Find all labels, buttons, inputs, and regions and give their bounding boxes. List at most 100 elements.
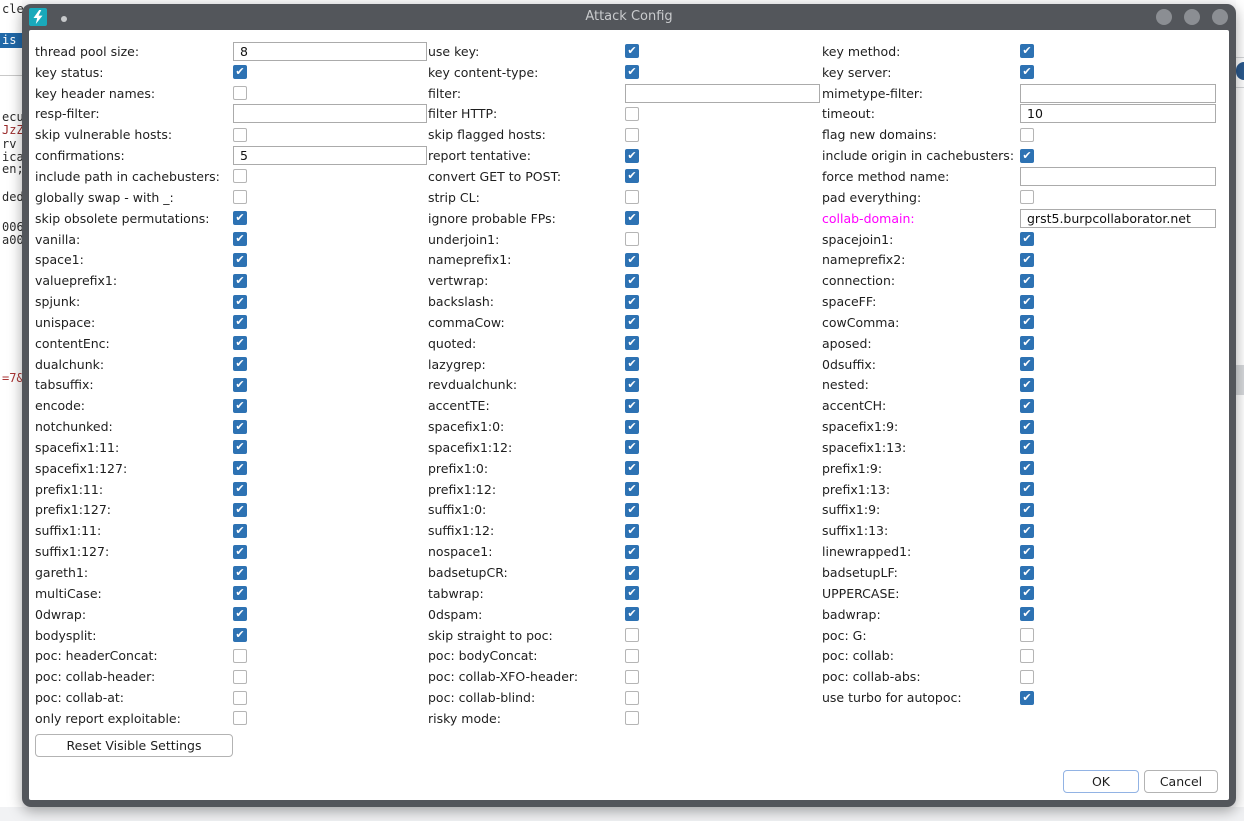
checkbox-spacefix1-127[interactable]: ✔ [233,461,247,475]
checkbox-dualchunk[interactable]: ✔ [233,357,247,371]
checkbox-spacejoin1[interactable]: ✔ [1020,232,1034,246]
checkbox-convert-get-to-post[interactable]: ✔ [625,169,639,183]
checkbox-spacefix1-11[interactable]: ✔ [233,440,247,454]
dialog-titlebar[interactable]: Attack Config [22,4,1236,30]
checkbox-commacow[interactable]: ✔ [625,315,639,329]
checkbox-unispace[interactable]: ✔ [233,315,247,329]
checkbox-globally-swap-with[interactable] [233,190,247,204]
window-control-icon[interactable] [1156,9,1172,25]
ok-button[interactable]: OK [1063,770,1139,793]
checkbox-badsetuplf[interactable]: ✔ [1020,566,1034,580]
checkbox-report-tentative[interactable]: ✔ [625,149,639,163]
checkbox-poc-collab-at[interactable] [233,691,247,705]
checkbox-nospace1[interactable]: ✔ [625,545,639,559]
checkbox-suffix1-0[interactable]: ✔ [625,503,639,517]
checkbox-lazygrep[interactable]: ✔ [625,357,639,371]
checkbox-prefix1-13[interactable]: ✔ [1020,482,1034,496]
checkbox-suffix1-12[interactable]: ✔ [625,524,639,538]
checkbox-only-report-exploitable[interactable] [233,711,247,725]
checkbox-underjoin1[interactable] [625,232,639,246]
checkbox-prefix1-11[interactable]: ✔ [233,482,247,496]
checkbox-suffix1-9[interactable]: ✔ [1020,503,1034,517]
checkbox-poc-collab-abs[interactable] [1020,670,1034,684]
checkbox-spacefix1-9[interactable]: ✔ [1020,420,1034,434]
checkbox-spacefix1-13[interactable]: ✔ [1020,440,1034,454]
window-control-icon[interactable] [1212,9,1228,25]
checkbox-skip-flagged-hosts[interactable] [625,128,639,142]
checkbox-bodysplit[interactable]: ✔ [233,628,247,642]
checkbox-tabsuffix[interactable]: ✔ [233,378,247,392]
checkbox-poc-collab-blind[interactable] [625,691,639,705]
checkbox-key-status[interactable]: ✔ [233,65,247,79]
checkbox-suffix1-13[interactable]: ✔ [1020,524,1034,538]
checkbox-poc-collab-xfo-header[interactable] [625,670,639,684]
checkbox-valueprefix1[interactable]: ✔ [233,274,247,288]
checkbox-include-path-in-cachebusters[interactable] [233,169,247,183]
checkbox-skip-straight-to-poc[interactable] [625,628,639,642]
checkbox-flag-new-domains[interactable] [1020,128,1034,142]
text-field-resp-filter[interactable] [233,104,427,123]
checkbox-poc-g[interactable] [1020,628,1034,642]
checkbox-poc-bodyconcat[interactable] [625,649,639,663]
text-field-thread-pool-size[interactable] [233,42,427,61]
checkbox-prefix1-127[interactable]: ✔ [233,503,247,517]
checkbox-prefix1-12[interactable]: ✔ [625,482,639,496]
checkbox-backslash[interactable]: ✔ [625,295,639,309]
checkbox-notchunked[interactable]: ✔ [233,420,247,434]
checkbox-poc-collab-header[interactable] [233,670,247,684]
checkbox-suffix1-127[interactable]: ✔ [233,545,247,559]
text-field-collab-domain[interactable] [1020,209,1216,228]
checkbox-nameprefix2[interactable]: ✔ [1020,253,1034,267]
checkbox-linewrapped1[interactable]: ✔ [1020,545,1034,559]
text-field-confirmations[interactable] [233,146,427,165]
checkbox-nameprefix1[interactable]: ✔ [625,253,639,267]
checkbox-poc-headerconcat[interactable] [233,649,247,663]
checkbox-0dwrap[interactable]: ✔ [233,607,247,621]
checkbox-revdualchunk[interactable]: ✔ [625,378,639,392]
checkbox-vanilla[interactable]: ✔ [233,232,247,246]
checkbox-encode[interactable]: ✔ [233,399,247,413]
checkbox-strip-cl[interactable] [625,190,639,204]
checkbox-cowcomma[interactable]: ✔ [1020,315,1034,329]
checkbox-risky-mode[interactable] [625,711,639,725]
text-field-mimetype-filter[interactable] [1020,84,1216,103]
cancel-button[interactable]: Cancel [1144,770,1218,793]
checkbox-space1[interactable]: ✔ [233,253,247,267]
checkbox-gareth1[interactable]: ✔ [233,566,247,580]
text-field-force-method-name[interactable] [1020,167,1216,186]
checkbox-aposed[interactable]: ✔ [1020,336,1034,350]
checkbox-connection[interactable]: ✔ [1020,274,1034,288]
checkbox-badsetupcr[interactable]: ✔ [625,566,639,580]
checkbox-uppercase[interactable]: ✔ [1020,586,1034,600]
checkbox-quoted[interactable]: ✔ [625,336,639,350]
checkbox-tabwrap[interactable]: ✔ [625,586,639,600]
checkbox-multicase[interactable]: ✔ [233,586,247,600]
checkbox-key-server[interactable]: ✔ [1020,65,1034,79]
window-control-icon[interactable] [1184,9,1200,25]
checkbox-spaceff[interactable]: ✔ [1020,295,1034,309]
checkbox-include-origin-in-cachebusters[interactable]: ✔ [1020,149,1034,163]
checkbox-prefix1-0[interactable]: ✔ [625,461,639,475]
checkbox-spjunk[interactable]: ✔ [233,295,247,309]
checkbox-badwrap[interactable]: ✔ [1020,607,1034,621]
checkbox-poc-collab[interactable] [1020,649,1034,663]
checkbox-accentch[interactable]: ✔ [1020,399,1034,413]
checkbox-key-header-names[interactable] [233,86,247,100]
checkbox-suffix1-11[interactable]: ✔ [233,524,247,538]
text-field-filter[interactable] [625,84,820,103]
reset-visible-settings-button[interactable]: Reset Visible Settings [35,734,233,757]
checkbox-nested[interactable]: ✔ [1020,378,1034,392]
checkbox-spacefix1-12[interactable]: ✔ [625,440,639,454]
checkbox-use-turbo-for-autopoc[interactable]: ✔ [1020,691,1034,705]
checkbox-ignore-probable-fps[interactable]: ✔ [625,211,639,225]
checkbox-contentenc[interactable]: ✔ [233,336,247,350]
checkbox-pad-everything[interactable] [1020,190,1034,204]
checkbox-0dspam[interactable]: ✔ [625,607,639,621]
checkbox-prefix1-9[interactable]: ✔ [1020,461,1034,475]
checkbox-use-key[interactable]: ✔ [625,44,639,58]
checkbox-spacefix1-0[interactable]: ✔ [625,420,639,434]
checkbox-vertwrap[interactable]: ✔ [625,274,639,288]
checkbox-filter-http[interactable] [625,107,639,121]
checkbox-key-method[interactable]: ✔ [1020,44,1034,58]
checkbox-key-content-type[interactable]: ✔ [625,65,639,79]
